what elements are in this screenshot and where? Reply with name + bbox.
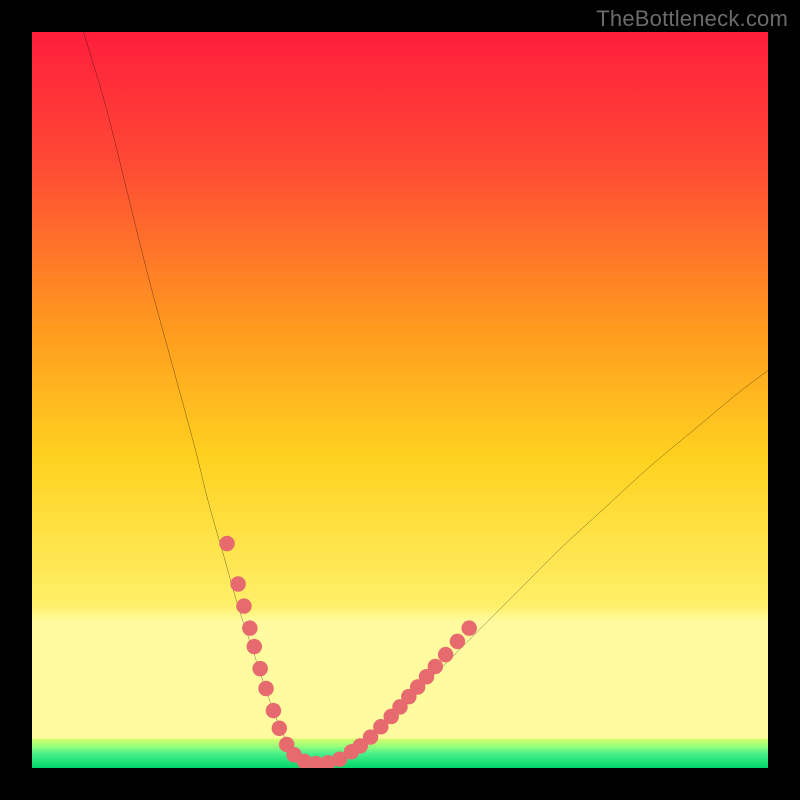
chart-frame: TheBottleneck.com [0,0,800,800]
chart-svg [32,32,768,768]
curve-dot [230,576,245,591]
curve-dot [242,620,257,635]
watermark-text: TheBottleneck.com [596,6,788,32]
curve-dot [258,681,273,696]
curve-dot [438,647,453,662]
curve-dot [428,659,443,674]
curve-dot [247,639,262,654]
curve-dot [266,703,281,718]
green-band [32,739,768,768]
curve-dot [252,661,267,676]
curve-dot [219,536,234,551]
curve-dot [236,598,251,613]
curve-dot [272,721,287,736]
curve-dot [461,620,476,635]
curve-dot [450,634,465,649]
